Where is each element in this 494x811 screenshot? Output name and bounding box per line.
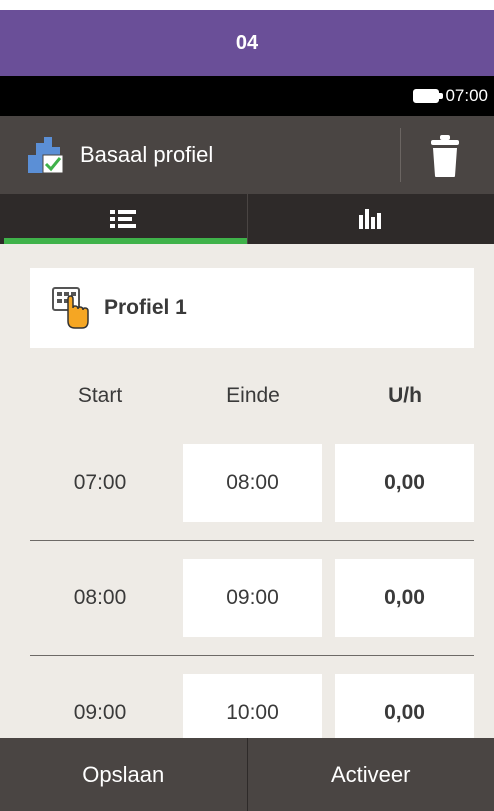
row-end-time-field[interactable]: 08:00 <box>183 444 322 522</box>
row-divider <box>30 540 474 541</box>
profile-content: Profiel 1 Start Einde U/h 07:00 08:00 0,… <box>0 244 494 738</box>
row-rate-field[interactable]: 0,00 <box>335 444 474 522</box>
activate-button[interactable]: Activeer <box>246 738 494 811</box>
table-row: 09:00 10:00 0,00 <box>0 674 494 738</box>
header-divider <box>400 128 401 182</box>
row-rate-field[interactable]: 0,00 <box>335 559 474 637</box>
screen-number: 04 <box>235 31 259 54</box>
row-end-time-field[interactable]: 10:00 <box>183 674 322 738</box>
profile-name: Profiel 1 <box>104 296 187 319</box>
row-start-time: 07:00 <box>73 471 127 494</box>
tab-list[interactable] <box>0 194 247 244</box>
screen-number-banner: 04 <box>0 10 494 76</box>
screen-header: Basaal profiel <box>0 116 494 194</box>
table-row: 08:00 09:00 0,00 <box>0 559 494 675</box>
status-time: 07:00 <box>445 86 488 105</box>
save-button[interactable]: Opslaan <box>0 738 247 811</box>
battery-full-icon <box>413 89 444 103</box>
status-bar: 07:00 <box>0 76 494 116</box>
page-title: Basaal profiel <box>80 142 214 167</box>
select-hand-icon <box>52 287 89 329</box>
bottom-action-bar: Opslaan Activeer <box>0 738 494 811</box>
row-divider <box>30 655 474 656</box>
tab-chart[interactable] <box>246 194 494 244</box>
profile-selector[interactable]: Profiel 1 <box>30 268 474 348</box>
row-rate-field[interactable]: 0,00 <box>335 674 474 738</box>
row-start-time: 09:00 <box>73 701 127 724</box>
column-header-start: Start <box>77 384 123 407</box>
row-end-time-field[interactable]: 09:00 <box>183 559 322 637</box>
bar-chart-icon <box>358 209 381 229</box>
basal-profile-check-icon <box>28 137 64 174</box>
view-tabs <box>0 194 494 244</box>
column-header-rate: U/h <box>388 384 422 407</box>
column-header-end: Einde <box>226 384 280 407</box>
row-start-time: 08:00 <box>73 586 127 609</box>
table-row: 07:00 08:00 0,00 <box>0 444 494 560</box>
trash-icon[interactable] <box>427 134 463 178</box>
list-icon <box>110 210 137 228</box>
pump-screen: 04 07:00 Basaal profiel Profiel 1 Start … <box>0 0 494 811</box>
